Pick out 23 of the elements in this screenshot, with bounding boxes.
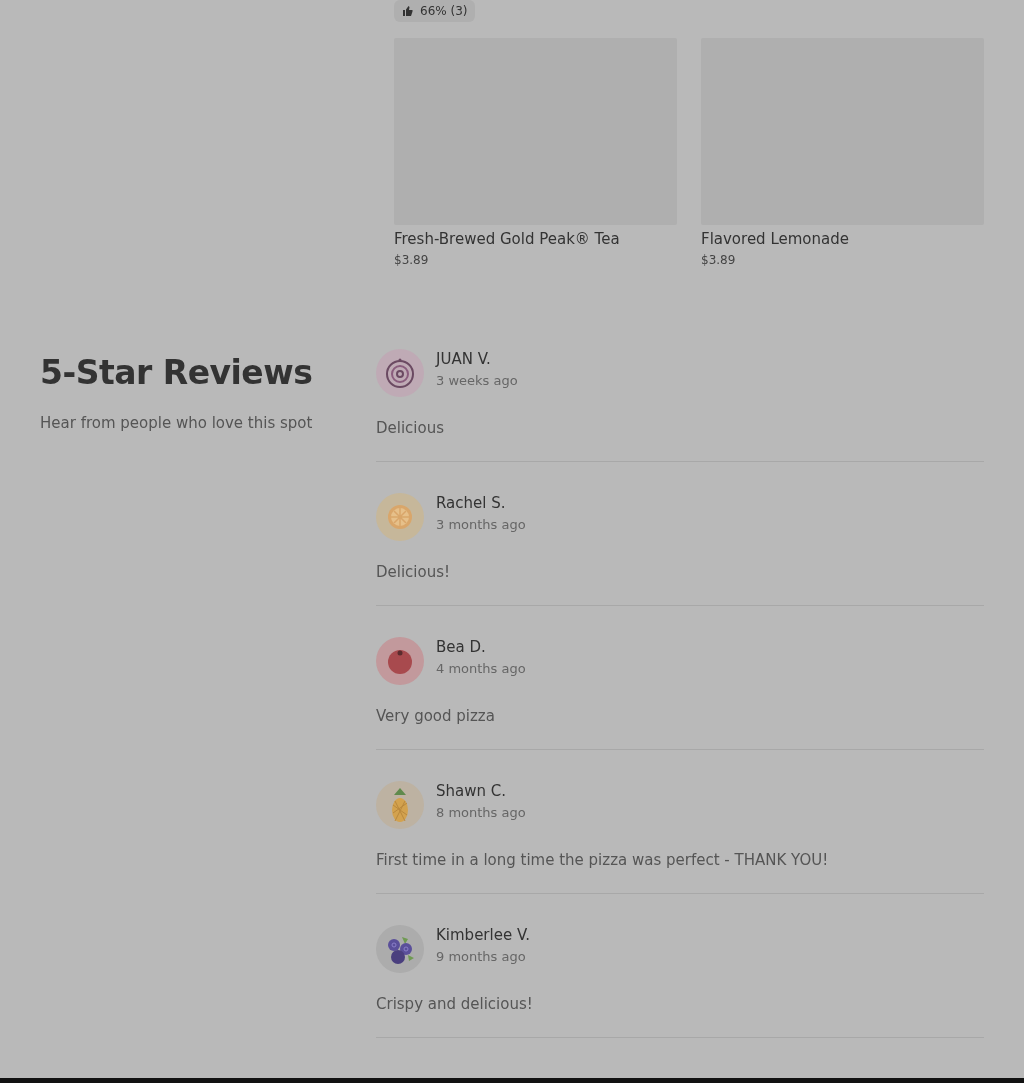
reviewer-name: JUAN V. [436, 350, 492, 368]
reviewer-name: Kimberlee V. [436, 926, 531, 944]
section-title: 5-Star Reviews [40, 353, 314, 392]
product-price: $3.89 [394, 253, 430, 267]
rating-text: 66% (3) [420, 4, 468, 18]
review-text: Delicious [376, 419, 446, 437]
review-time: 3 months ago [436, 517, 526, 532]
review-text: Delicious! [376, 563, 452, 581]
review-time: 4 months ago [436, 661, 526, 676]
reviewer-name: Shawn C. [436, 782, 507, 800]
section-subtitle: Hear from people who love this spot [40, 414, 314, 432]
thumbs-up-icon [402, 5, 414, 17]
reviewer-name: Bea D. [436, 638, 487, 656]
product-name[interactable]: Fresh-Brewed Gold Peak® Tea [394, 230, 677, 248]
product-price: $3.89 [701, 253, 737, 267]
review-time: 3 weeks ago [436, 373, 518, 388]
review-time: 9 months ago [436, 949, 527, 964]
review-text: Very good pizza [376, 707, 496, 725]
review-text: Crispy and delicious! [376, 995, 534, 1013]
review-time: 8 months ago [436, 805, 526, 820]
review-text: First time in a long time the pizza was perfect - THANK YOU! [376, 851, 830, 869]
product-name[interactable]: Flavored Lemonade [701, 230, 984, 248]
reviewer-name: Rachel S. [436, 494, 507, 512]
